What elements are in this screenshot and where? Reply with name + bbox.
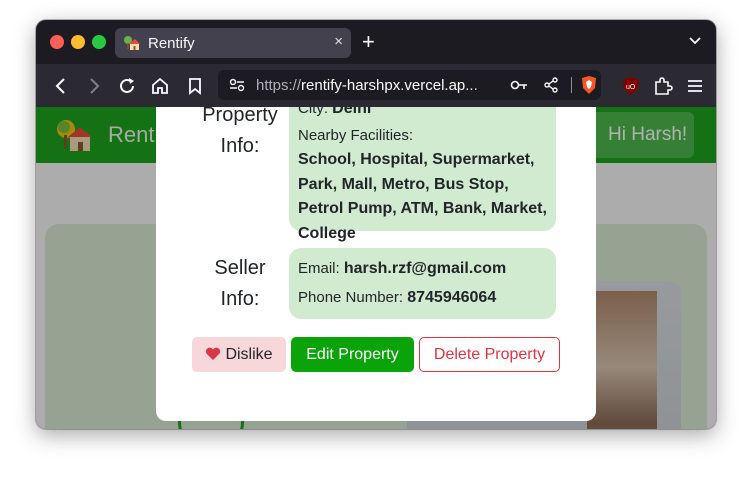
close-window-button[interactable] <box>50 35 64 49</box>
hamburger-menu-icon[interactable] <box>684 75 706 97</box>
property-details-modal: Property Info: City: Delhi Nearby Facili… <box>156 107 596 421</box>
new-tab-button[interactable]: + <box>362 29 375 55</box>
bookmark-icon[interactable] <box>184 75 206 97</box>
navigation-bar: https://rentify-harshpx.vercel.ap... uO <box>36 64 716 107</box>
phone-value: 8745946064 <box>407 289 497 306</box>
tab-bar: Rentify × + <box>36 20 716 64</box>
key-icon[interactable] <box>510 77 528 93</box>
browser-window: Rentify × + https://rentify-harshpx.verc… <box>36 20 716 429</box>
brave-shield-icon[interactable] <box>580 75 598 95</box>
url-text: https://rentify-harshpx.vercel.ap... <box>256 77 478 94</box>
heart-icon <box>206 347 221 360</box>
url-divider <box>571 77 572 93</box>
forward-arrow-icon[interactable] <box>83 75 105 97</box>
tab-rentify[interactable]: Rentify × <box>115 28 351 58</box>
email-row: Email: harsh.rzf@gmail.com <box>298 260 507 277</box>
close-tab-icon[interactable]: × <box>334 33 343 50</box>
property-info-heading: Property Info: <box>202 107 278 157</box>
city-row: City: Delhi <box>298 107 371 121</box>
dislike-button[interactable]: Dislike <box>192 337 286 372</box>
share-icon[interactable] <box>543 77 559 93</box>
tab-title: Rentify <box>148 35 195 52</box>
site-settings-icon[interactable] <box>228 77 246 93</box>
seller-info-heading: Seller Info: <box>214 257 266 310</box>
delete-property-button[interactable]: Delete Property <box>419 337 560 372</box>
edit-property-button[interactable]: Edit Property <box>291 337 414 372</box>
home-icon[interactable] <box>149 75 171 97</box>
svg-text:uO: uO <box>626 84 636 91</box>
extensions-puzzle-icon[interactable] <box>652 75 674 97</box>
property-info-box: City: Delhi Nearby Facilities: School, H… <box>289 107 556 242</box>
phone-row: Phone Number: 8745946064 <box>298 289 497 306</box>
url-bar[interactable]: https://rentify-harshpx.vercel.ap... <box>218 70 601 100</box>
city-value: Delhi <box>332 107 372 117</box>
ublock-extension-icon[interactable]: uO <box>620 75 642 97</box>
back-arrow-icon[interactable] <box>50 75 72 97</box>
house-tree-icon <box>124 36 140 50</box>
maximize-window-button[interactable] <box>92 35 106 49</box>
reload-icon[interactable] <box>116 75 138 97</box>
seller-info-box: Email: harsh.rzf@gmail.com Phone Number:… <box>289 248 556 319</box>
url-protocol: https:// <box>256 77 302 94</box>
facilities-label: Nearby Facilities: <box>298 127 414 144</box>
chevron-down-icon[interactable] <box>688 34 702 48</box>
minimize-window-button[interactable] <box>71 35 85 49</box>
facilities-value: School, Hospital, Supermarket, Park, Mal… <box>298 151 547 242</box>
email-value: harsh.rzf@gmail.com <box>343 260 507 277</box>
url-host: rentify-harshpx.vercel.ap... <box>301 77 478 94</box>
dislike-label: Dislike <box>225 346 273 363</box>
web-page: Rentify Hi Harsh! Property Info: City: D… <box>36 107 716 429</box>
